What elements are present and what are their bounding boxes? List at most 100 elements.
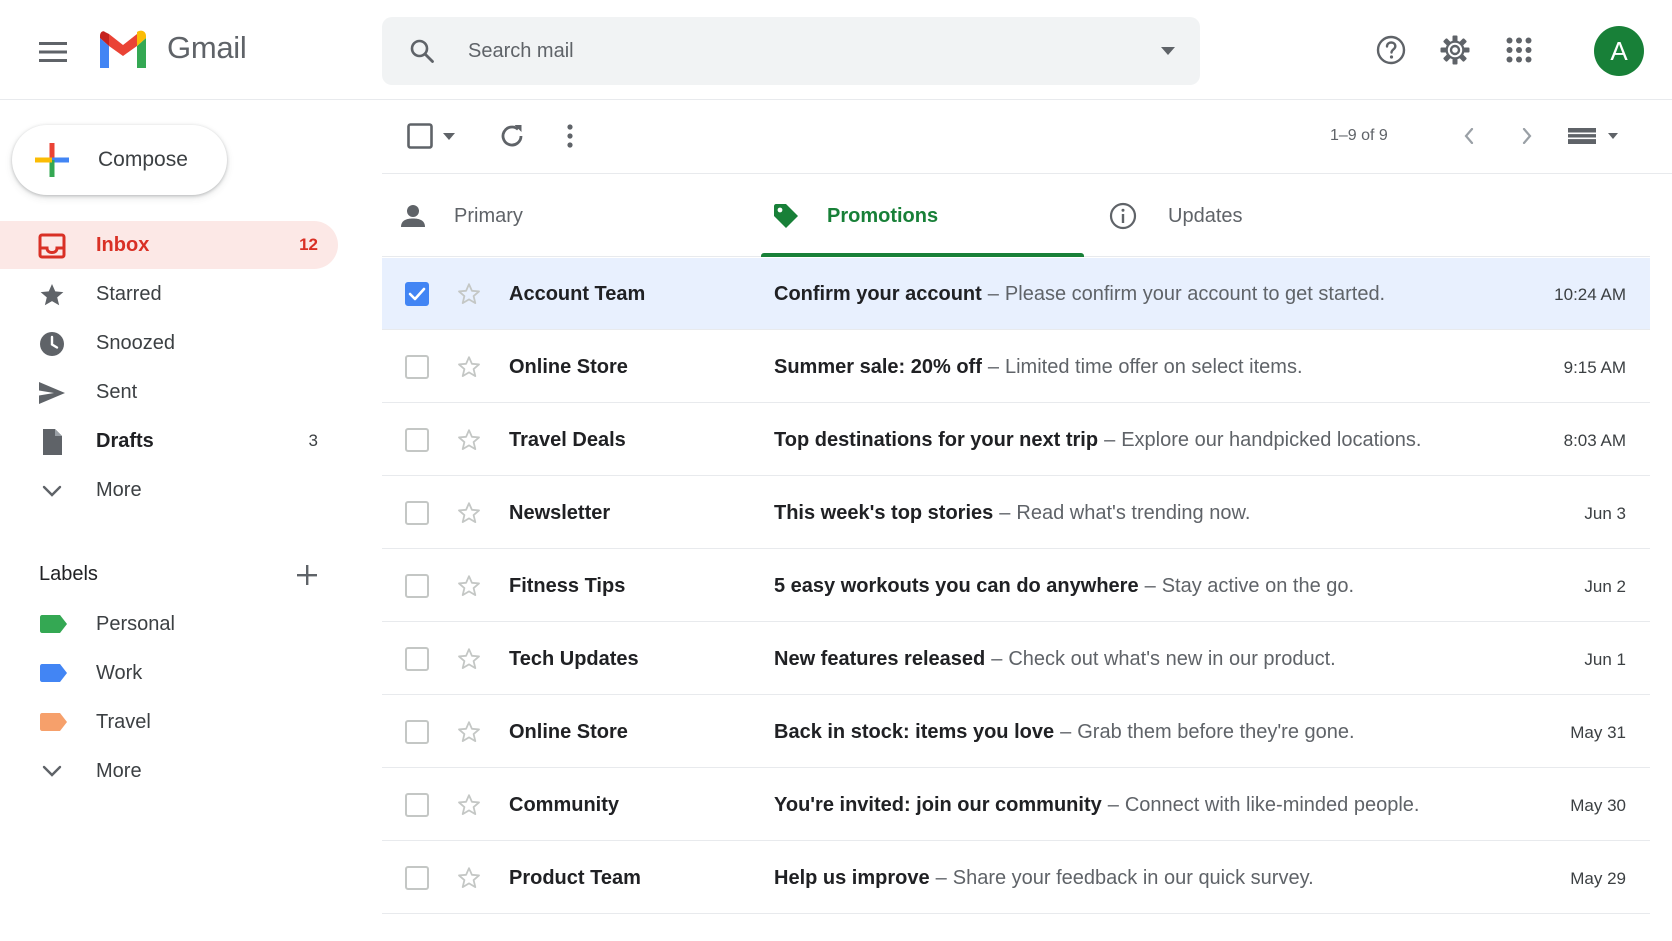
email-date: May 29 (1570, 869, 1626, 888)
chevron-down-icon (38, 477, 66, 505)
email-snippet: Share your feedback in our quick survey. (952, 867, 1314, 889)
email-summary: You're invited: join our community – Conne… (774, 794, 1464, 817)
star-outline-icon[interactable] (456, 354, 482, 380)
compose-button[interactable]: Compose (12, 125, 227, 195)
email-date: Jun 3 (1584, 504, 1626, 523)
info-icon (1108, 201, 1138, 231)
top-header: Gmail Search mail A (0, 0, 1672, 100)
settings-icon[interactable] (1435, 30, 1475, 70)
hamburger-menu-icon[interactable] (34, 32, 74, 72)
separator: – (1104, 429, 1116, 451)
row-checkbox[interactable] (405, 355, 429, 379)
email-row[interactable]: Newsletter This week's top stories – Read … (382, 477, 1650, 549)
gmail-logo-icon[interactable] (96, 28, 150, 72)
row-checkbox[interactable] (405, 428, 429, 452)
email-subject: Confirm your account (774, 283, 982, 305)
draft-count: 3 (308, 431, 318, 450)
email-sender: Community (509, 794, 619, 816)
category-tabs: Primary Promotions Updates (382, 175, 1650, 257)
email-snippet: Connect with like-minded people. (1124, 794, 1420, 816)
row-checkbox[interactable] (405, 282, 429, 306)
search-input[interactable] (468, 31, 1108, 71)
sidebar-item-drafts[interactable]: Drafts 3 (0, 417, 338, 465)
email-row[interactable]: Travel Deals Top destinations for your n… (382, 404, 1650, 476)
chevron-left-icon[interactable] (1454, 118, 1484, 154)
email-summary: This week's top stories – Read what's tren… (774, 502, 1464, 525)
email-row[interactable]: Online Store Back in stock: items you lo… (382, 696, 1650, 768)
star-outline-icon[interactable] (456, 646, 482, 672)
star-outline-icon[interactable] (456, 573, 482, 599)
email-date: 8:03 AM (1563, 431, 1626, 450)
density-toggle-icon[interactable] (1562, 118, 1626, 154)
separator: – (987, 356, 999, 378)
star-outline-icon[interactable] (456, 719, 482, 745)
email-row[interactable]: Community You're invited: join our commu… (382, 769, 1650, 841)
select-dropdown-icon[interactable] (438, 118, 460, 154)
email-row[interactable]: Product Team Help us improve – Share your … (382, 842, 1650, 914)
email-date: Jun 2 (1584, 577, 1626, 596)
separator: – (987, 283, 999, 305)
tab-promotions[interactable]: Promotions (761, 175, 1084, 257)
email-date: 9:15 AM (1563, 358, 1626, 377)
email-summary: Confirm your account – Please confirm your… (774, 283, 1464, 306)
email-date: May 30 (1570, 796, 1626, 815)
sidebar-item-starred[interactable]: Starred (0, 270, 338, 318)
refresh-icon[interactable] (494, 118, 530, 154)
sidebar-item-more[interactable]: More (0, 466, 338, 514)
pagination-text: 1–9 of 9 (1330, 127, 1388, 144)
sidebar-item-label: Snoozed (96, 332, 175, 354)
tab-primary[interactable]: Primary (382, 175, 762, 257)
email-row[interactable]: Account Team Confirm your account – Please… (382, 258, 1650, 330)
person-icon (398, 201, 428, 231)
app-name: Gmail (167, 30, 247, 65)
apps-grid-icon[interactable] (1499, 30, 1539, 70)
row-checkbox[interactable] (405, 647, 429, 671)
sidebar-item-sent[interactable]: Sent (0, 368, 338, 416)
sidebar-item-label: Sent (96, 381, 138, 403)
star-outline-icon[interactable] (456, 792, 482, 818)
row-checkbox[interactable] (405, 720, 429, 744)
email-sender: Tech Updates (509, 648, 639, 670)
label-item-work[interactable]: Work (0, 650, 338, 696)
email-snippet: Explore our handpicked locations. (1121, 429, 1422, 451)
sidebar-item-inbox[interactable]: Inbox 12 (0, 221, 338, 269)
row-checkbox[interactable] (405, 501, 429, 525)
sidebar-item-snoozed[interactable]: Snoozed (0, 319, 338, 367)
email-subject: Top destinations for your next trip (774, 429, 1099, 451)
tab-updates[interactable]: Updates (1084, 175, 1464, 257)
help-icon[interactable] (1371, 30, 1411, 70)
more-vert-icon[interactable] (558, 118, 582, 154)
email-row[interactable]: Online Store Summer sale: 20% off – Limite… (382, 331, 1650, 403)
email-snippet: Grab them before they're gone. (1077, 721, 1355, 743)
label-item-personal[interactable]: Personal (0, 601, 338, 647)
email-row[interactable]: Fitness Tips 5 easy workouts you can do … (382, 550, 1650, 622)
labels-more[interactable]: More (0, 748, 338, 794)
email-sender: Online Store (509, 721, 628, 743)
star-outline-icon[interactable] (456, 865, 482, 891)
chevron-right-icon[interactable] (1512, 118, 1542, 154)
label-item-travel[interactable]: Travel (0, 699, 338, 745)
label-name: Travel (96, 711, 151, 733)
row-checkbox[interactable] (405, 866, 429, 890)
star-outline-icon[interactable] (456, 427, 482, 453)
clock-icon (38, 330, 66, 358)
add-label-plus-icon[interactable] (292, 560, 322, 590)
email-summary: New features released – Check out what's n… (774, 648, 1464, 671)
plus-icon (34, 142, 70, 178)
star-outline-icon[interactable] (456, 281, 482, 307)
star-outline-icon[interactable] (456, 500, 482, 526)
inbox-icon (38, 232, 66, 260)
email-sender: Product Team (509, 867, 641, 889)
compose-label: Compose (98, 148, 188, 171)
row-checkbox[interactable] (405, 574, 429, 598)
row-checkbox[interactable] (405, 793, 429, 817)
select-all-checkbox[interactable] (402, 118, 438, 154)
email-snippet: Please confirm your account to get start… (1004, 283, 1386, 305)
email-row[interactable]: Tech Updates New features released – Check… (382, 623, 1650, 695)
email-sender: Travel Deals (509, 429, 626, 451)
search-options-dropdown-icon[interactable] (1156, 39, 1180, 63)
email-date: 10:24 AM (1554, 285, 1626, 304)
search-icon[interactable] (404, 33, 440, 69)
account-avatar[interactable]: A (1594, 26, 1644, 76)
labels-heading: Labels (39, 563, 98, 585)
